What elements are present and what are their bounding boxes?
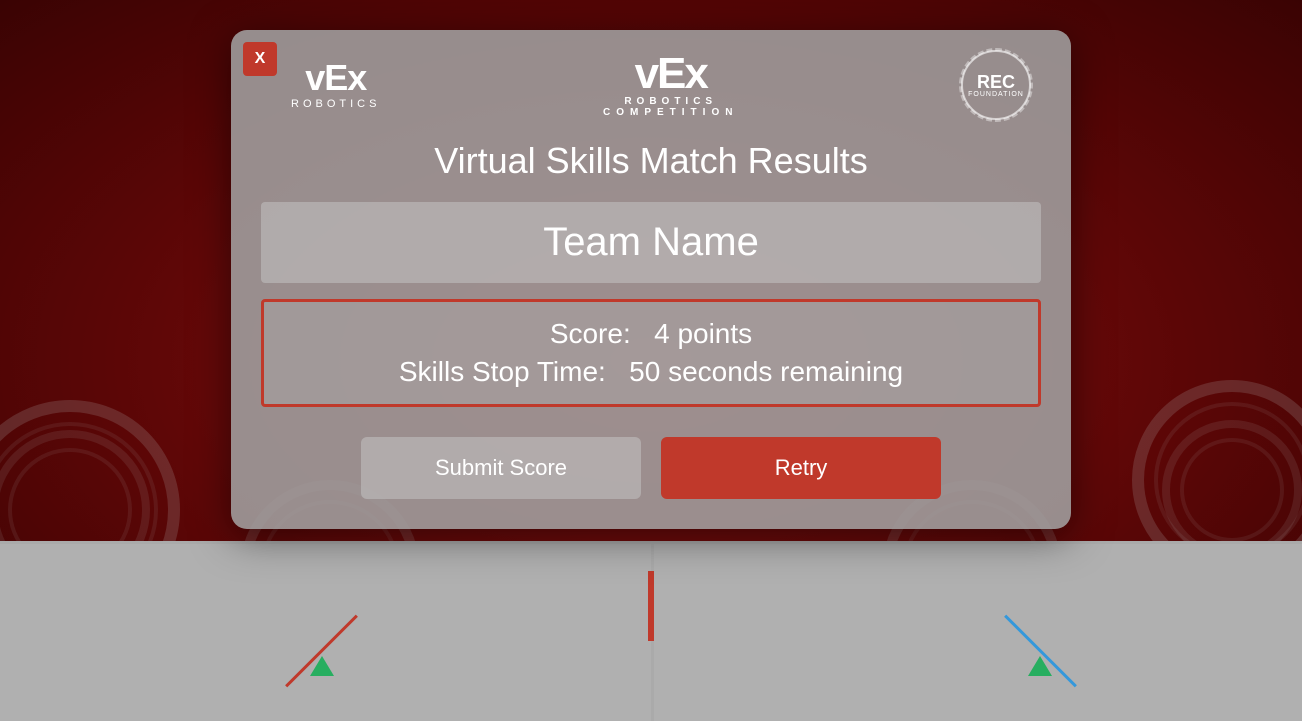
buttons-row: Submit Score Retry (231, 437, 1071, 499)
score-line: Score: 4 points (284, 318, 1018, 350)
vex-center-robotics: ROBOTICS (624, 96, 717, 107)
vex-competition-logo: vEx ROBOTICS COMPETITION (603, 52, 738, 118)
header-logos: vEx ROBOTICS vEx ROBOTICS COMPETITION RE… (231, 30, 1071, 130)
rec-gear-decoration (959, 48, 1033, 122)
stop-time-value: 50 seconds remaining (629, 356, 903, 387)
modal-overlay: X vEx ROBOTICS vEx ROBOTICS COMPETITION … (0, 0, 1302, 721)
vex-logo-left: vEx ROBOTICS (291, 60, 380, 110)
vex-left-robotics: ROBOTICS (291, 98, 380, 110)
team-name-text: Team Name (281, 220, 1021, 265)
score-value: 4 points (654, 318, 752, 349)
score-label: Score: (550, 318, 631, 349)
submit-score-button[interactable]: Submit Score (361, 437, 641, 499)
vex-center-text: vEx (635, 52, 707, 96)
retry-button[interactable]: Retry (661, 437, 941, 499)
close-button[interactable]: X (243, 42, 277, 76)
stop-time-line: Skills Stop Time: 50 seconds remaining (284, 356, 1018, 388)
team-name-box: Team Name (261, 202, 1041, 283)
stop-time-label: Skills Stop Time: (399, 356, 606, 387)
vex-center-competition: COMPETITION (603, 107, 738, 118)
score-box: Score: 4 points Skills Stop Time: 50 sec… (261, 299, 1041, 407)
rec-foundation-logo: REC FOUNDATION (961, 50, 1031, 120)
vex-left-text: vEx (305, 60, 366, 96)
modal-title: Virtual Skills Match Results (434, 140, 867, 182)
results-modal: X vEx ROBOTICS vEx ROBOTICS COMPETITION … (231, 30, 1071, 529)
